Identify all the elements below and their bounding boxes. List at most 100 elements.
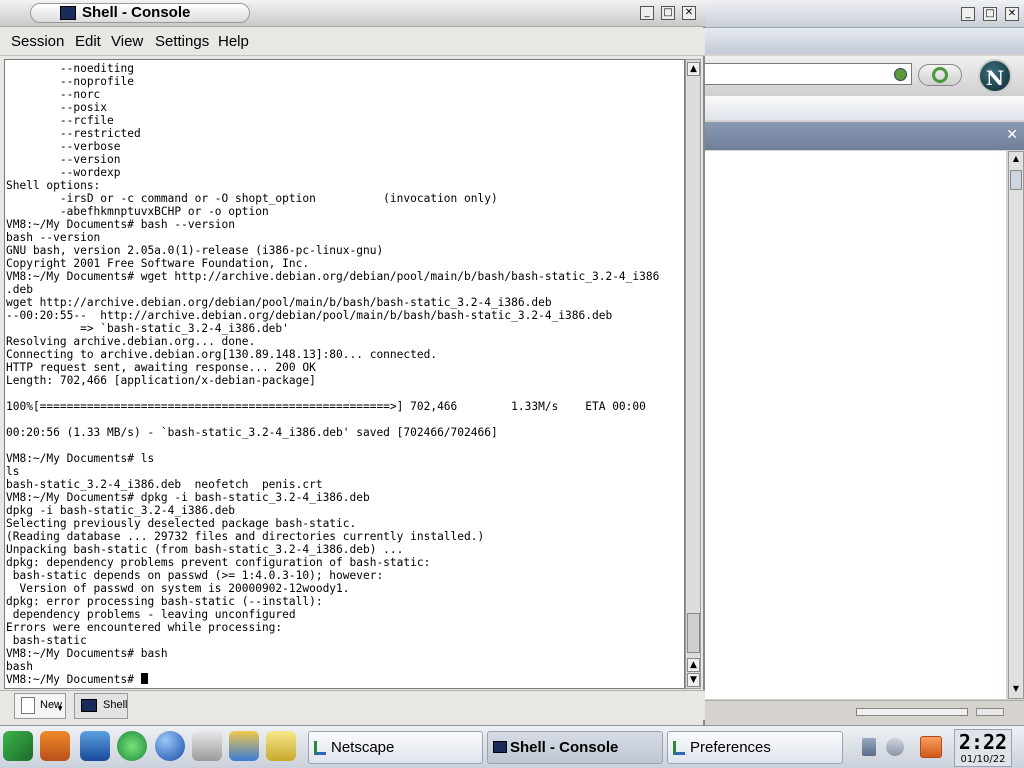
close-icon[interactable]: ✕	[1006, 127, 1018, 143]
task-shell-console[interactable]: Shell - Console	[487, 731, 663, 764]
maximize-icon[interactable]: □	[983, 7, 997, 21]
menu-edit[interactable]: Edit	[75, 33, 101, 50]
logout-icon[interactable]	[920, 736, 942, 758]
scroll-thumb[interactable]	[687, 613, 700, 653]
task-icon	[314, 741, 326, 755]
terminal-line: --00:20:55-- http://archive.debian.org/d…	[6, 309, 613, 322]
terminal-line: .deb	[6, 283, 33, 296]
terminal-line: --norc	[6, 88, 101, 101]
close-icon[interactable]: ✕	[682, 6, 696, 20]
netscape-titlebar: _ □ ✕	[700, 0, 1024, 28]
terminal-line: bash-static_3.2-4_i386.deb neofetch peni…	[6, 478, 323, 491]
scroll-up-icon[interactable]: ▲	[687, 658, 700, 672]
terminal-line: VM8:~/My Documents# dpkg -i bash-static_…	[6, 491, 370, 504]
task-icon	[673, 741, 685, 755]
scroll-down-icon[interactable]: ▼	[1010, 684, 1022, 696]
scroll-up-icon[interactable]: ▲	[1010, 154, 1022, 166]
terminal-line: dpkg: error processing bash-static (--in…	[6, 595, 323, 608]
netscape-content	[700, 151, 1006, 699]
clock[interactable]: 2:22 01/10/22	[954, 729, 1012, 767]
url-input[interactable]	[700, 63, 912, 85]
brush-icon[interactable]	[266, 731, 296, 761]
tab-shell[interactable]: Shell	[74, 693, 128, 719]
new-document-icon	[21, 697, 35, 714]
network-icon[interactable]	[229, 731, 259, 761]
console-titlebar: Shell - Console _ □ ✕	[0, 0, 705, 27]
terminal-line: --restricted	[6, 127, 141, 140]
task-preferences[interactable]: Preferences	[667, 731, 843, 764]
minimize-icon[interactable]: _	[640, 6, 654, 20]
clock-date: 01/10/22	[960, 754, 1006, 765]
terminal-line: --verbose	[6, 140, 121, 153]
terminal-line: --noediting	[6, 62, 134, 75]
terminal-line: Copyright 2001 Free Software Foundation,…	[6, 257, 310, 270]
terminal-line: 00:20:56 (1.33 MB/s) - `bash-static_3.2-…	[6, 426, 498, 439]
console-window: Shell - Console _ □ ✕ Session Edit View …	[0, 0, 705, 725]
menu-session[interactable]: Session	[11, 33, 64, 50]
scroll-down-icon[interactable]: ▼	[687, 673, 700, 687]
terminal-line: Resolving archive.debian.org... done.	[6, 335, 256, 348]
terminal-scrollbar[interactable]: ▲ ▲ ▼	[685, 59, 701, 689]
terminal-line: --posix	[6, 101, 108, 114]
terminal-line: Version of passwd on system is 20000902-…	[6, 582, 350, 595]
search-icon[interactable]	[918, 64, 962, 86]
terminal-line: Length: 702,466 [application/x-debian-pa…	[6, 374, 316, 387]
terminal-line: wget http://archive.debian.org/debian/po…	[6, 296, 552, 309]
terminal-line: VM8:~/My Documents# bash	[6, 647, 168, 660]
terminal-icon	[81, 699, 97, 712]
window-title: Shell - Console	[82, 4, 191, 21]
mixer-icon[interactable]	[886, 738, 904, 756]
terminal-line: Shell options:	[6, 179, 101, 192]
task-netscape-label: Netscape	[331, 739, 395, 756]
terminal-line: --noprofile	[6, 75, 134, 88]
running-man-icon[interactable]	[117, 731, 147, 761]
terminal-line: bash-static	[6, 634, 87, 647]
netscape-scrollbar[interactable]: ▲ ▼	[1008, 151, 1024, 699]
terminal-icon	[60, 6, 76, 20]
printer-icon[interactable]	[192, 731, 222, 761]
chevron-down-icon: ▼	[56, 704, 64, 713]
terminal-line: dependency problems - leaving unconfigur…	[6, 608, 296, 621]
netscape-panel-header: ✕	[700, 122, 1024, 150]
lifejacket-icon[interactable]	[40, 731, 70, 761]
cube-icon[interactable]	[80, 731, 110, 761]
terminal-line: ls	[6, 465, 20, 478]
task-preferences-label: Preferences	[690, 739, 771, 756]
terminal-line: Unpacking bash-static (from bash-static_…	[6, 543, 404, 556]
tab-shell-label: Shell	[103, 699, 128, 711]
menu-settings[interactable]: Settings	[155, 33, 209, 50]
netscape-logo-icon: N	[978, 59, 1012, 93]
terminal-line: VM8:~/My Documents# bash --version	[6, 218, 236, 231]
task-netscape[interactable]: Netscape	[308, 731, 483, 764]
menu-help[interactable]: Help	[218, 33, 249, 50]
maximize-icon[interactable]: □	[661, 6, 675, 20]
netscape-toolbar	[700, 28, 1024, 54]
scroll-up-icon[interactable]: ▲	[687, 62, 700, 76]
terminal-line: dpkg: dependency problems prevent config…	[6, 556, 431, 569]
netscape-personal-toolbar	[700, 96, 1024, 120]
volume-icon[interactable]	[862, 738, 876, 756]
terminal-line: -abefhkmnptuvxBCHP or -o option	[6, 205, 269, 218]
terminal-line: (Reading database ... 29732 files and di…	[6, 530, 485, 543]
session-tabbar: New ▼ Shell	[0, 690, 705, 720]
task-shell-console-label: Shell - Console	[510, 739, 619, 756]
terminal-line: bash --version	[6, 231, 101, 244]
globe-icon[interactable]	[155, 731, 185, 761]
terminal-line: 100%[===================================…	[6, 400, 646, 413]
terminal-line: -irsD or -c command or -O shopt_option (…	[6, 192, 498, 205]
terminal-line: Errors were encountered while processing…	[6, 621, 283, 634]
close-icon[interactable]: ✕	[1005, 7, 1019, 21]
minimize-icon[interactable]: _	[961, 7, 975, 21]
terminal-line: --rcfile	[6, 114, 114, 127]
netscape-window: _ □ ✕ N ✕ ▲ ▼	[700, 0, 1024, 725]
menu-view[interactable]: View	[111, 33, 143, 50]
menubar: Session Edit View Settings Help	[0, 28, 705, 56]
terminal-prompt-line: VM8:~/My Documents#	[6, 673, 659, 686]
new-session-button[interactable]: New ▼	[14, 693, 66, 719]
kde-menu-icon[interactable]	[3, 731, 33, 761]
terminal-line: bash-static depends on passwd (>= 1:4.0.…	[6, 569, 384, 582]
terminal-area[interactable]: --noediting --noprofile --norc --posix -…	[4, 59, 685, 689]
